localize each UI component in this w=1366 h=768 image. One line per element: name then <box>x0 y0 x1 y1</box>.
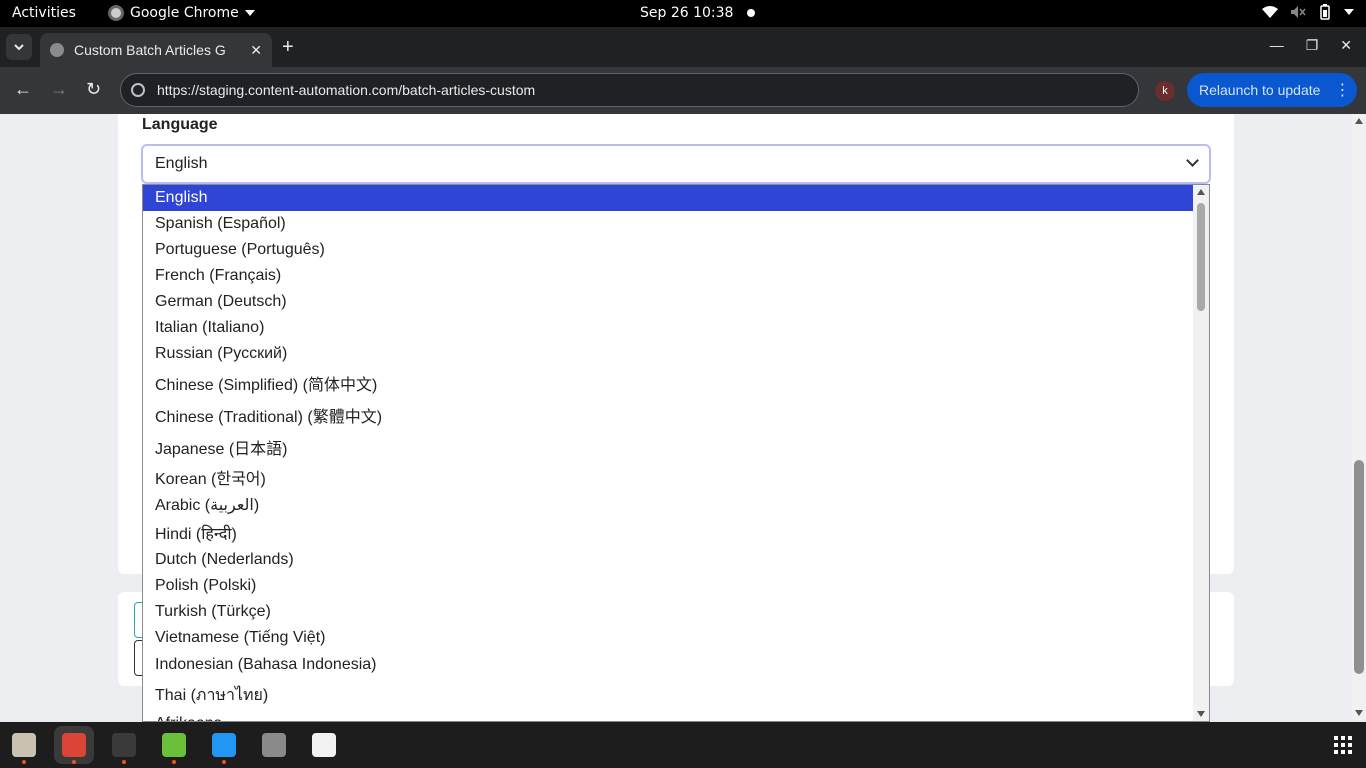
language-option[interactable]: Italian (Italiano) <box>143 315 1193 341</box>
wifi-icon <box>1262 6 1278 18</box>
show-apps-icon[interactable] <box>1334 736 1352 754</box>
window-controls: — ❐ ✕ <box>1270 37 1352 54</box>
language-select-value: English <box>155 155 208 172</box>
site-info-icon[interactable] <box>131 83 145 97</box>
app-menu[interactable]: Google Chrome <box>108 5 255 21</box>
taskbar-dock <box>0 722 1366 768</box>
language-option[interactable]: Russian (Русский) <box>143 341 1193 367</box>
tab-strip: Custom Batch Articles G ✕ + — ❐ ✕ <box>0 27 1366 67</box>
dock-app[interactable] <box>104 726 144 764</box>
running-indicator <box>122 760 126 764</box>
running-indicator <box>22 760 26 764</box>
language-label: Language <box>142 116 218 133</box>
forward-arrow-icon[interactable]: → <box>50 79 68 100</box>
language-option[interactable]: Japanese (日本語) <box>143 431 1193 463</box>
running-indicator <box>72 760 76 764</box>
page-scrollbar[interactable] <box>1352 114 1366 720</box>
system-tray[interactable] <box>1262 4 1354 20</box>
dock-app[interactable] <box>304 726 344 764</box>
maximize-icon[interactable]: ❐ <box>1306 37 1319 54</box>
dropdown-scrollbar[interactable] <box>1193 185 1209 721</box>
screenshot-icon <box>312 733 336 757</box>
language-option[interactable]: English <box>143 185 1193 211</box>
language-option[interactable]: German (Deutsch) <box>143 289 1193 315</box>
language-option[interactable]: Chinese (Simplified) (简体中文) <box>143 367 1193 399</box>
language-option[interactable]: Turkish (Türkçe) <box>143 599 1193 625</box>
browser-toolbar: ← → ↻ https://staging.content-automation… <box>0 67 1366 114</box>
dock-app[interactable] <box>54 726 94 764</box>
relaunch-button[interactable]: Relaunch to update ⋮ <box>1187 73 1357 107</box>
language-option[interactable]: Arabic (العربية) <box>143 491 1193 519</box>
tab-search-button[interactable] <box>6 34 32 60</box>
language-option[interactable]: Polish (Polski) <box>143 573 1193 599</box>
dock-app[interactable] <box>4 726 44 764</box>
scroll-down-icon[interactable] <box>1197 711 1205 717</box>
dock-app[interactable] <box>154 726 194 764</box>
running-indicator <box>172 760 176 764</box>
tab-close-icon[interactable]: ✕ <box>250 42 262 59</box>
language-option[interactable]: Korean (한국어) <box>143 463 1193 491</box>
address-bar-url: https://staging.content-automation.com/b… <box>157 82 536 98</box>
browser-tab[interactable]: Custom Batch Articles G ✕ <box>40 33 272 67</box>
dock-app[interactable] <box>204 726 244 764</box>
scroll-up-icon[interactable] <box>1355 118 1363 124</box>
more-vert-icon[interactable]: ⋮ <box>1334 80 1350 100</box>
tab-title: Custom Batch Articles G <box>74 42 226 58</box>
scrollbar-thumb[interactable] <box>1354 460 1364 674</box>
files-icon <box>12 733 36 757</box>
settings-icon <box>262 733 286 757</box>
vscode-icon <box>212 733 236 757</box>
battery-icon <box>1320 4 1330 20</box>
back-arrow-icon[interactable]: ← <box>14 79 32 100</box>
dock-app[interactable] <box>254 726 294 764</box>
chevron-down-icon <box>14 43 24 50</box>
volume-muted-icon <box>1291 6 1306 18</box>
scrollbar-thumb[interactable] <box>1197 203 1205 311</box>
language-option[interactable]: Chinese (Traditional) (繁體中文) <box>143 399 1193 431</box>
language-option[interactable]: Vietnamese (Tiếng Việt) <box>143 625 1193 651</box>
chevron-down-icon <box>1344 9 1354 15</box>
new-tab-icon[interactable]: + <box>282 36 294 59</box>
reload-icon[interactable]: ↻ <box>86 79 101 100</box>
minimize-icon[interactable]: — <box>1270 37 1284 54</box>
language-option[interactable]: Thai (ภาษาไทย) <box>143 679 1193 711</box>
text-editor-icon <box>162 733 186 757</box>
favicon-icon <box>50 43 64 57</box>
language-option[interactable]: Afrikaans <box>143 711 1193 721</box>
clock-datetime: Sep 26 10:38 <box>640 5 734 21</box>
language-option[interactable]: Hindi (हिन्दी) <box>143 519 1193 547</box>
language-option[interactable]: Portuguese (Português) <box>143 237 1193 263</box>
app-menu-label: Google Chrome <box>130 5 239 21</box>
language-dropdown-list[interactable]: English Spanish (Español) Portuguese (Port… <box>142 184 1210 722</box>
scroll-up-icon[interactable] <box>1197 189 1205 195</box>
system-top-bar: Activities Google Chrome Sep 26 10:38 <box>0 0 1366 27</box>
language-select[interactable]: English <box>141 144 1211 184</box>
running-indicator <box>222 760 226 764</box>
language-option[interactable]: Dutch (Nederlands) <box>143 547 1193 573</box>
scroll-down-icon[interactable] <box>1355 710 1363 716</box>
chevron-down-icon <box>244 10 255 16</box>
profile-avatar[interactable]: k <box>1155 81 1175 101</box>
clock[interactable]: Sep 26 10:38 <box>640 5 756 21</box>
close-window-icon[interactable]: ✕ <box>1340 37 1352 54</box>
activities-button[interactable]: Activities <box>12 5 76 21</box>
language-option[interactable]: Spanish (Español) <box>143 211 1193 237</box>
address-bar[interactable]: https://staging.content-automation.com/b… <box>120 73 1139 107</box>
chrome-icon <box>62 733 86 757</box>
notification-dot-icon <box>747 9 756 17</box>
chevron-down-icon <box>1186 154 1199 167</box>
language-option[interactable]: French (Français) <box>143 263 1193 289</box>
terminal-icon <box>112 733 136 757</box>
chrome-icon <box>108 5 124 21</box>
language-option[interactable]: Indonesian (Bahasa Indonesia) <box>143 651 1193 679</box>
relaunch-label: Relaunch to update <box>1199 82 1321 98</box>
